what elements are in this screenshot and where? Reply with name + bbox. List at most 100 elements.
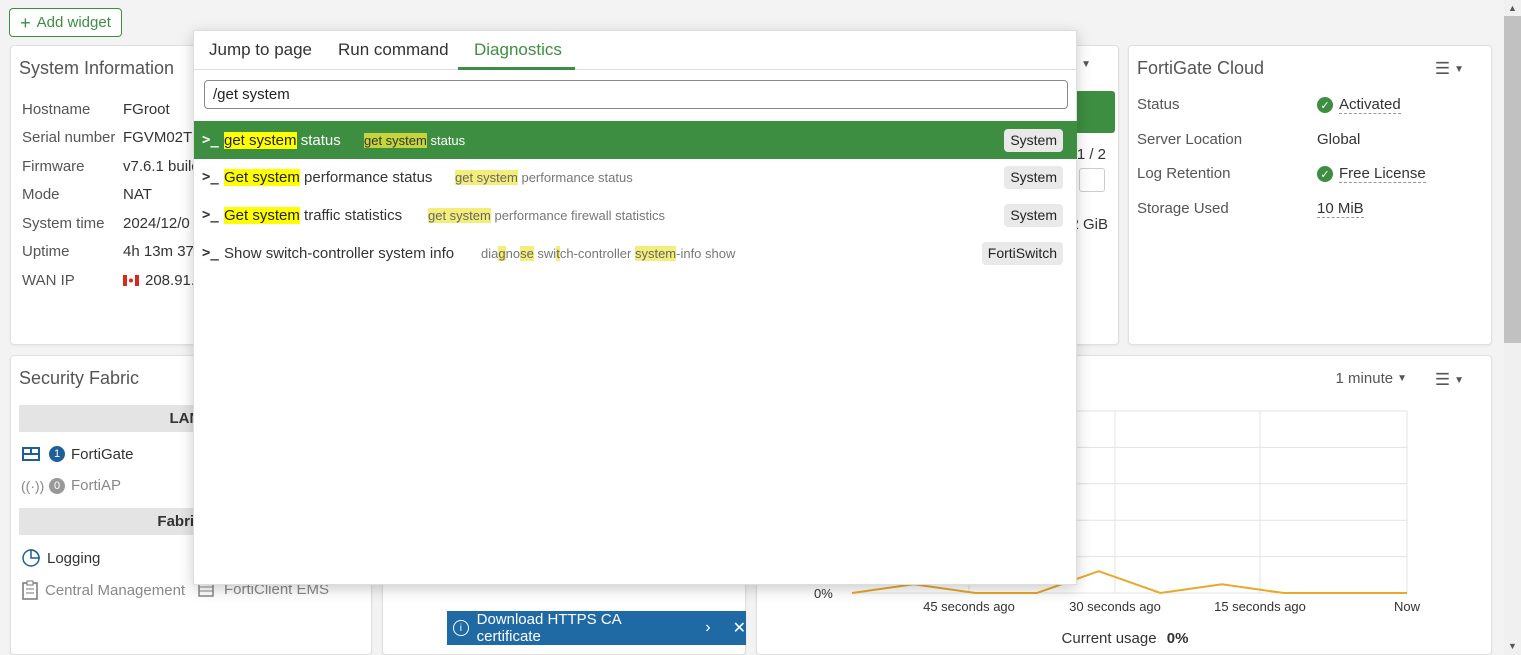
terminal-icon: >_ [202, 169, 219, 185]
central-management-row[interactable]: Central Management [21, 580, 185, 600]
fortigate-row[interactable]: 1 FortiGate [21, 445, 134, 463]
result-get-system-traffic-statistics[interactable]: >_ Get system traffic statistics get sys… [194, 196, 1077, 234]
tab-jump-to-page[interactable]: Jump to page [209, 40, 312, 60]
result-show-switch-controller-system-info[interactable]: >_ Show switch-controller system info di… [194, 234, 1077, 272]
storage-used-value-wrap[interactable]: 10 MiB [1317, 200, 1364, 218]
canada-flag-icon [123, 275, 139, 286]
fortigate-cloud-title: FortiGate Cloud [1137, 58, 1265, 78]
central-management-label: Central Management [45, 581, 186, 599]
firmware-value[interactable]: v7.6.1 build [123, 158, 200, 175]
result-badge: FortiSwitch [981, 241, 1063, 265]
x-tick-label: 45 seconds ago [923, 599, 1015, 614]
status-value-wrap[interactable]: ✓ Activated [1317, 96, 1401, 114]
result-command: get system status [364, 132, 466, 148]
add-widget-label: Add widget [36, 14, 111, 31]
result-command: diagnose switch-controller system-info s… [481, 245, 736, 261]
log-retention-value: Free License [1339, 165, 1426, 183]
result-title: Get system performance status [224, 168, 433, 186]
command-palette: Jump to page Run command Diagnostics >_ … [193, 30, 1077, 585]
result-badge: System [1004, 203, 1063, 227]
system-time-label: System time [22, 215, 105, 232]
check-circle-icon: ✓ [1317, 166, 1333, 182]
fortigate-label: FortiGate [71, 445, 134, 463]
page-scrollbar[interactable]: ▲ ▼ [1504, 0, 1521, 655]
check-circle-icon: ✓ [1317, 97, 1333, 113]
current-usage-row: Current usage 0% [757, 630, 1493, 647]
current-usage-value: 0% [1166, 630, 1189, 647]
wan-ip-value: 208.91. [145, 272, 196, 289]
result-command: get system performance firewall statisti… [428, 207, 665, 223]
serial-label: Serial number [22, 129, 116, 146]
fortigate-count: 1 [49, 446, 65, 462]
fortiap-label: FortiAP [71, 477, 122, 494]
log-retention-value-wrap[interactable]: ✓ Free License [1317, 165, 1426, 183]
mode-label: Mode [22, 186, 60, 203]
pager-label: 1 / 2 [1076, 146, 1106, 163]
pie-chart-icon [22, 549, 40, 567]
scrollbar-thumb[interactable] [1504, 16, 1521, 343]
serial-value: FGVM02T [123, 129, 193, 146]
uptime-value: 4h 13m 37 [123, 243, 194, 260]
x-tick-label: Now [1394, 599, 1421, 614]
terminal-icon: >_ [202, 245, 219, 261]
fortigate-device-icon [22, 447, 40, 461]
hostname-label: Hostname [22, 101, 91, 118]
download-ca-banner[interactable]: i Download HTTPS CA certificate › ✕ [447, 611, 746, 645]
result-command: get system performance status [455, 169, 633, 185]
storage-used-label: Storage Used [1137, 200, 1229, 217]
system-information-title: System Information [19, 58, 175, 78]
command-search-input[interactable] [204, 80, 1068, 109]
firmware-label: Firmware [22, 158, 85, 175]
scroll-up-icon[interactable]: ▲ [1508, 3, 1517, 13]
y-tick-label: 0% [814, 586, 833, 601]
result-get-system-performance-status[interactable]: >_ Get system performance status get sys… [194, 158, 1077, 196]
fortigate-cloud-widget: FortiGate Cloud ☰ ▼ Status ✓ Activated S… [1128, 45, 1492, 345]
palette-tabs: Jump to page Run command Diagnostics [194, 31, 1076, 70]
tab-diagnostics[interactable]: Diagnostics [474, 40, 562, 60]
x-tick-label: 15 seconds ago [1214, 599, 1306, 614]
x-tick-label: 30 seconds ago [1069, 599, 1161, 614]
result-title: Show switch-controller system info [224, 244, 455, 262]
wan-ip-label: WAN IP [22, 272, 75, 289]
result-badge: System [1004, 165, 1063, 189]
active-tab-indicator [458, 67, 575, 70]
tab-run-command[interactable]: Run command [338, 40, 449, 60]
security-fabric-title: Security Fabric [19, 368, 140, 388]
result-get-system-status[interactable]: >_ get system status get system status S… [194, 121, 1077, 159]
add-widget-button[interactable]: + Add widget [9, 8, 122, 37]
status-value: Activated [1339, 96, 1401, 114]
server-location-label: Server Location [1137, 131, 1243, 148]
chevron-right-icon[interactable]: › [705, 619, 710, 637]
log-retention-label: Log Retention [1137, 165, 1231, 182]
terminal-icon: >_ [202, 132, 219, 148]
download-ca-label: Download HTTPS CA certificate [476, 611, 621, 645]
terminal-icon: >_ [202, 207, 219, 223]
mode-value: NAT [123, 186, 152, 203]
info-icon: i [453, 620, 469, 636]
pager-input[interactable] [1079, 168, 1105, 192]
fortiap-count: 0 [49, 477, 65, 494]
system-time-value: 2024/12/0 [123, 215, 190, 232]
status-label: Status [1137, 96, 1180, 113]
uptime-label: Uptime [22, 243, 70, 260]
caret-down-icon: ▼ [1081, 59, 1091, 70]
plus-icon: + [20, 12, 31, 33]
result-title: get system status [224, 131, 341, 149]
logging-row[interactable]: Logging [21, 548, 100, 568]
logging-label: Logging [47, 549, 101, 567]
fortiap-row[interactable]: ((·)) 0 FortiAP [21, 477, 121, 494]
close-icon[interactable]: ✕ [733, 618, 746, 638]
hamburger-icon: ☰ [1434, 59, 1451, 78]
widget-menu-button[interactable]: ▼ [1081, 59, 1091, 70]
current-usage-label: Current usage [1061, 630, 1157, 647]
widget-menu-button[interactable]: ☰ ▼ [1435, 59, 1464, 79]
caret-down-icon: ▼ [1454, 63, 1464, 75]
wireless-ap-icon: ((·)) [21, 477, 45, 494]
clipboard-icon [22, 580, 38, 600]
wan-ip-value-wrap[interactable]: 208.91. [123, 272, 195, 289]
scroll-down-icon[interactable]: ▼ [1508, 641, 1517, 651]
storage-used-value: 10 MiB [1317, 200, 1364, 218]
result-title: Get system traffic statistics [224, 206, 403, 224]
green-status-bar [1075, 91, 1115, 133]
server-location-value: Global [1317, 131, 1361, 148]
